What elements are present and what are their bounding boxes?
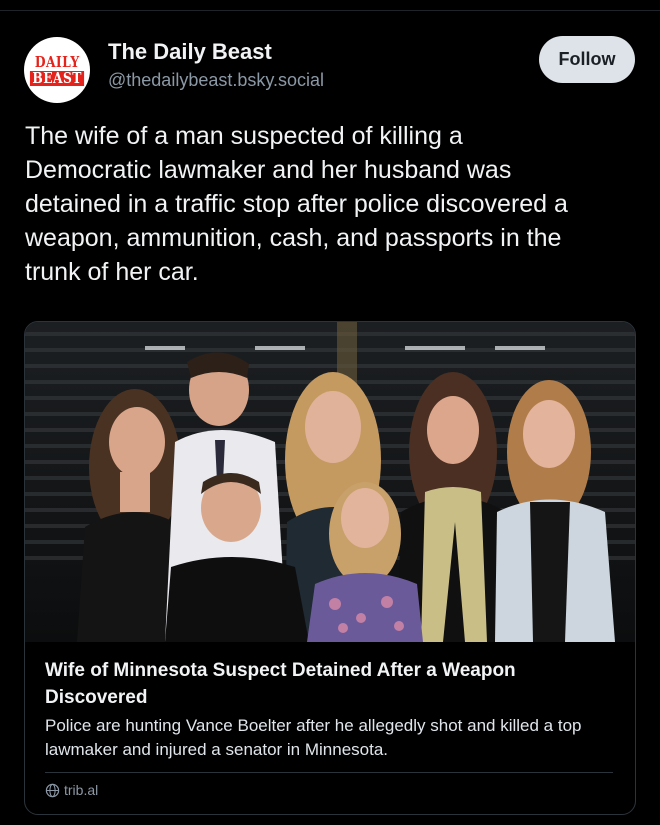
author-handle[interactable]: @thedailybeast.bsky.social (108, 70, 324, 91)
link-card[interactable]: Wife of Minnesota Suspect Detained After… (24, 321, 636, 815)
link-card-divider (45, 772, 613, 773)
link-card-domain-text: trib.al (64, 782, 99, 798)
avatar-logo-word-2: BEAST (29, 70, 85, 86)
link-card-description: Police are hunting Vance Boelter after h… (45, 716, 582, 759)
link-card-domain[interactable]: trib.al (45, 782, 98, 798)
globe-icon (45, 783, 60, 797)
link-card-title[interactable]: Wife of Minnesota Suspect Detained After… (45, 657, 605, 711)
avatar-logo-word-1: DAILY (34, 52, 80, 71)
link-card-image (25, 322, 635, 642)
author-display-name[interactable]: The Daily Beast (108, 39, 272, 65)
top-divider (0, 10, 660, 11)
follow-button[interactable]: Follow (539, 36, 635, 83)
post-text: The wife of a man suspected of killing a… (25, 122, 568, 286)
author-avatar[interactable]: DAILY BEAST (24, 37, 90, 103)
